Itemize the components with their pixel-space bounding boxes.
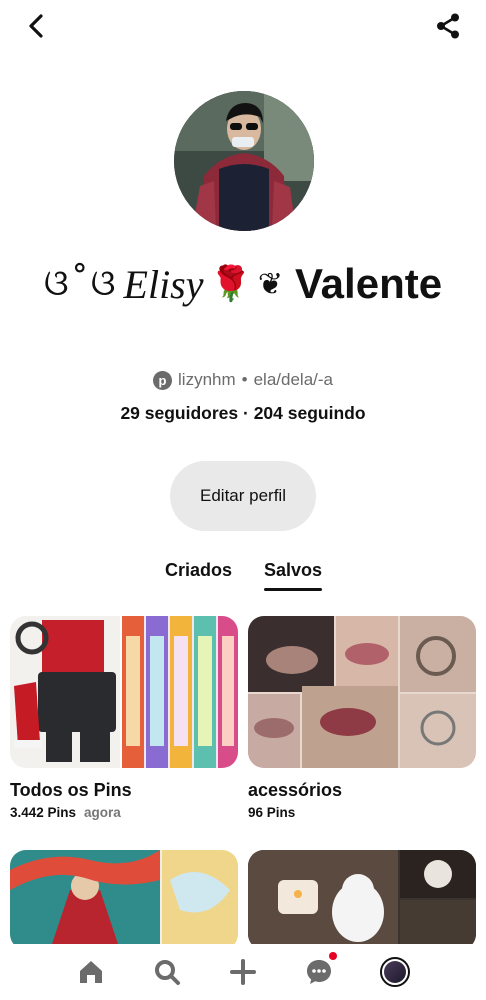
username: lizynhm	[178, 370, 236, 389]
name-main-text: Valente	[294, 260, 443, 307]
edit-profile-button[interactable]: Editar perfil	[170, 461, 316, 531]
board-thumbnail	[10, 850, 238, 950]
chevron-left-icon	[29, 14, 43, 38]
share-icon	[437, 13, 459, 39]
board-thumbnail	[10, 616, 238, 768]
board-pin-count: 3.442 Pins	[10, 805, 77, 820]
profile-tabs: Criados Salvos	[0, 560, 486, 594]
pinterest-logo-icon: p	[153, 370, 173, 390]
nav-profile[interactable]	[357, 944, 433, 1000]
name-decoration: ଓ˚ଓ	[43, 263, 118, 304]
home-icon	[80, 961, 102, 983]
notification-dot	[329, 952, 337, 960]
board-title: Todos os Pins	[10, 780, 132, 800]
board-cover-image	[10, 850, 238, 950]
rose-icon: 🌹	[209, 265, 252, 303]
share-button[interactable]	[432, 10, 464, 42]
nav-search[interactable]	[129, 944, 205, 1000]
handle-row: p lizynhm • ela/dela/-a	[0, 367, 486, 393]
board-pin-count: 96 Pins	[248, 805, 296, 820]
tab-created[interactable]: Criados	[165, 560, 232, 594]
board-cover-image	[248, 850, 476, 950]
avatar-photo	[174, 91, 314, 231]
board-secondary-images	[122, 616, 238, 768]
nav-messages[interactable]	[281, 944, 357, 1000]
top-bar	[0, 0, 486, 56]
board-updated-time: agora	[84, 805, 121, 820]
profile-name: ଓ˚ଓ Elisy 🌹 ❦ Valente	[0, 252, 486, 316]
board-card-accessories[interactable]: acessórios 96 Pins	[248, 616, 476, 820]
board-card-4[interactable]	[248, 850, 476, 950]
pronouns: ela/dela/-a	[253, 370, 333, 389]
name-script-text: Elisy	[123, 261, 204, 307]
profile-avatar[interactable]	[174, 91, 314, 231]
board-cover-image	[248, 616, 476, 768]
chat-icon	[307, 960, 331, 984]
bottom-navigation	[0, 944, 486, 1000]
plus-icon	[230, 959, 256, 985]
follow-stats[interactable]: 29 seguidores · 204 seguindo	[0, 403, 486, 429]
active-tab-indicator	[264, 588, 322, 591]
avatar	[380, 957, 410, 987]
leaf-icon: ❦	[257, 267, 283, 301]
board-card-all-pins[interactable]: Todos os Pins 3.442 Pins agora	[10, 616, 238, 820]
board-title: acessórios	[248, 780, 343, 800]
board-thumbnail	[248, 616, 476, 768]
board-meta: 3.442 Pins agora	[10, 805, 238, 820]
board-card-3[interactable]	[10, 850, 238, 950]
search-icon	[155, 960, 180, 985]
nav-home[interactable]	[53, 944, 129, 1000]
nav-create[interactable]	[205, 944, 281, 1000]
board-meta: 96 Pins	[248, 805, 476, 820]
board-thumbnail	[248, 850, 476, 950]
board-cover-image	[10, 616, 120, 768]
back-button[interactable]	[20, 10, 52, 42]
separator-dot: •	[241, 370, 248, 389]
